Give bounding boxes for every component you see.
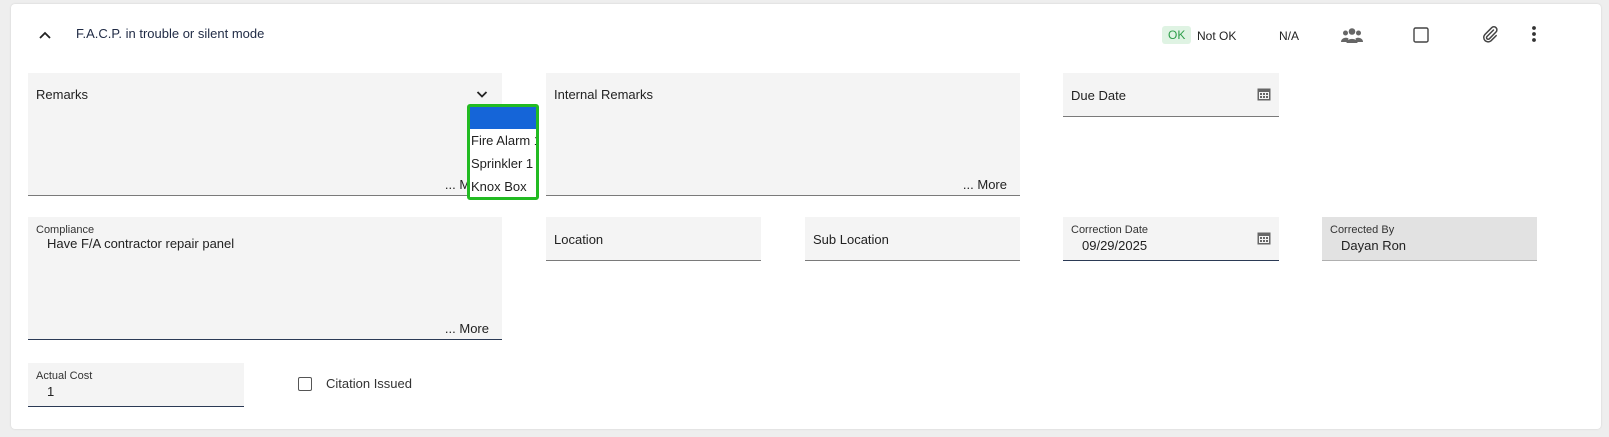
assign-group-button[interactable] <box>1340 24 1364 46</box>
corrected-by-value: Dayan Ron <box>1341 238 1407 253</box>
sub-location-field[interactable]: Sub Location <box>805 217 1020 261</box>
due-date-field[interactable]: Due Date <box>1063 73 1279 117</box>
more-vertical-icon <box>1532 26 1536 42</box>
internal-remarks-field[interactable]: Internal Remarks ... More <box>546 73 1020 196</box>
corrected-by-label: Corrected By <box>1330 224 1395 236</box>
compliance-label: Compliance <box>36 224 95 236</box>
chevron-up-icon <box>39 31 51 39</box>
compliance-value: Have F/A contractor repair panel <box>47 236 235 251</box>
correction-date-value: 09/29/2025 <box>1082 238 1148 253</box>
dropdown-option-knox-box[interactable]: Knox Box <box>470 175 536 197</box>
actual-cost-value: 1 <box>47 384 55 399</box>
remarks-dropdown-menu: Fire Alarm 1 Sprinkler 1 Knox Box <box>467 104 539 200</box>
status-ok-button[interactable]: OK <box>1162 26 1192 44</box>
correction-date-field[interactable]: Correction Date 09/29/2025 <box>1063 217 1279 261</box>
dropdown-option-sprinkler[interactable]: Sprinkler 1 <box>470 152 536 175</box>
checkbox-icon <box>1413 27 1429 43</box>
location-field[interactable]: Location <box>546 217 761 261</box>
citation-issued-checkbox[interactable] <box>298 377 312 391</box>
sub-location-label: Sub Location <box>813 232 889 247</box>
calendar-icon <box>1257 88 1271 101</box>
actual-cost-field[interactable]: Actual Cost 1 <box>28 363 244 407</box>
due-date-label: Due Date <box>1071 88 1126 103</box>
more-options-button[interactable] <box>1524 23 1544 45</box>
location-label: Location <box>554 232 604 247</box>
status-na-button[interactable]: N/A <box>1279 29 1299 43</box>
correction-date-calendar-button[interactable] <box>1257 231 1271 250</box>
internal-remarks-label: Internal Remarks <box>554 87 653 102</box>
corrected-by-field: Corrected By Dayan Ron <box>1322 217 1537 261</box>
item-title: F.A.C.P. in trouble or silent mode <box>76 26 265 41</box>
collapse-button[interactable] <box>35 25 55 45</box>
due-date-calendar-button[interactable] <box>1257 87 1271 106</box>
citation-issued-label: Citation Issued <box>326 376 412 391</box>
calendar-icon <box>1257 232 1271 245</box>
dropdown-option-fire-alarm[interactable]: Fire Alarm 1 <box>470 129 536 152</box>
attachment-button[interactable] <box>1480 24 1500 44</box>
paperclip-icon <box>1483 26 1498 43</box>
select-item-checkbox[interactable] <box>1412 26 1430 44</box>
dropdown-option-blank[interactable] <box>470 107 536 129</box>
chevron-down-icon <box>476 91 488 98</box>
remarks-dropdown-toggle[interactable] <box>476 86 488 104</box>
actual-cost-label: Actual Cost <box>36 370 93 382</box>
remarks-label: Remarks <box>36 87 89 102</box>
compliance-field[interactable]: Compliance Have F/A contractor repair pa… <box>28 217 502 340</box>
group-icon <box>1341 28 1363 43</box>
status-not-ok-button[interactable]: Not OK <box>1197 29 1236 43</box>
correction-date-label: Correction Date <box>1071 224 1149 236</box>
compliance-more-link[interactable]: ... More <box>445 321 489 336</box>
internal-remarks-more-link[interactable]: ... More <box>963 177 1007 192</box>
remarks-field[interactable]: Remarks ... More <box>28 73 502 196</box>
